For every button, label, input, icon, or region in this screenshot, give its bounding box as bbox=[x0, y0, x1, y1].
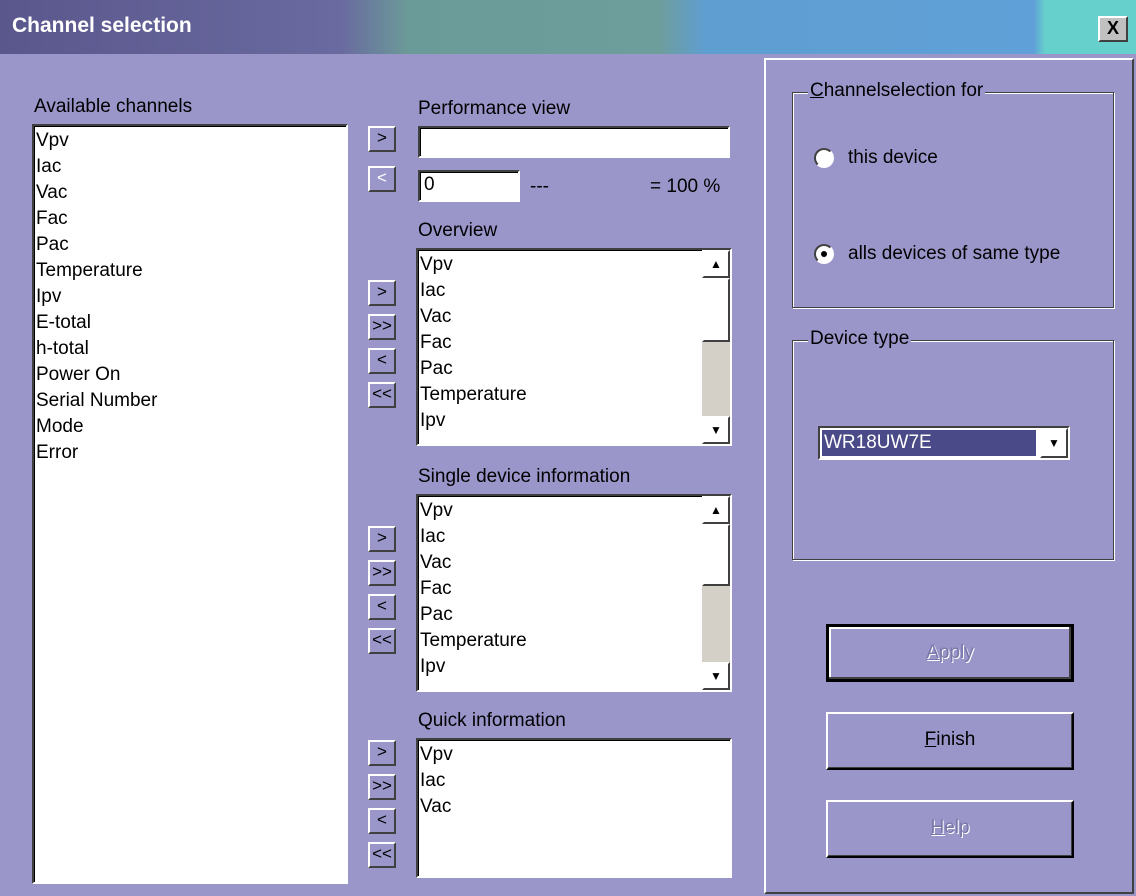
channelselection-group-title: Channelselection for bbox=[808, 80, 986, 102]
scroll-up-icon[interactable]: ▲ bbox=[702, 250, 730, 278]
available-channel-item[interactable]: E-total bbox=[36, 310, 346, 336]
available-channel-item[interactable]: Vac bbox=[36, 180, 346, 206]
available-channel-item[interactable]: Fac bbox=[36, 206, 346, 232]
performance-dashes: --- bbox=[530, 176, 549, 197]
overview-item[interactable]: Fac bbox=[420, 330, 730, 356]
available-channel-item[interactable]: Vpv bbox=[36, 128, 346, 154]
channelselection-group bbox=[792, 92, 1114, 308]
device-type-value: WR18UW7E bbox=[821, 429, 1037, 457]
title-bar: Channel selection X bbox=[0, 0, 1136, 54]
overview-item[interactable]: Iac bbox=[420, 278, 730, 304]
radio-all-devices[interactable] bbox=[814, 244, 834, 264]
radio-this-device-label: this device bbox=[848, 147, 938, 168]
radio-this-device[interactable] bbox=[814, 148, 834, 168]
performance-view-field[interactable] bbox=[418, 126, 730, 158]
overview-label: Overview bbox=[418, 220, 498, 241]
overview-item[interactable]: Pac bbox=[420, 356, 730, 382]
available-channel-item[interactable]: Error bbox=[36, 440, 346, 466]
available-channel-item[interactable]: Ipv bbox=[36, 284, 346, 310]
overview-item[interactable]: Vac bbox=[420, 304, 730, 330]
device-type-select[interactable]: WR18UW7E ▼ bbox=[818, 426, 1070, 460]
overview-list[interactable]: Vpv Iac Vac Fac Pac Temperature Ipv ▲ ▼ bbox=[416, 248, 732, 446]
single-device-item[interactable]: Temperature bbox=[420, 628, 730, 654]
quick-remove-all-button[interactable]: << bbox=[368, 842, 396, 868]
radio-all-devices-label: alls devices of same type bbox=[848, 243, 1061, 264]
single-device-item[interactable]: Vpv bbox=[420, 498, 730, 524]
scroll-thumb[interactable] bbox=[702, 278, 730, 342]
scroll-down-icon[interactable]: ▼ bbox=[702, 416, 730, 444]
available-channel-item[interactable]: h-total bbox=[36, 336, 346, 362]
apply-button[interactable]: Apply bbox=[826, 624, 1074, 682]
overview-item[interactable]: Ipv bbox=[420, 408, 730, 434]
single-device-list[interactable]: Vpv Iac Vac Fac Pac Temperature Ipv ▲ ▼ bbox=[416, 494, 732, 692]
overview-item[interactable]: Vpv bbox=[420, 252, 730, 278]
scroll-up-icon[interactable]: ▲ bbox=[702, 496, 730, 524]
single-add-all-button[interactable]: >> bbox=[368, 560, 396, 586]
window-title: Channel selection bbox=[12, 14, 192, 37]
quick-add-all-button[interactable]: >> bbox=[368, 774, 396, 800]
quick-info-item[interactable]: Iac bbox=[420, 768, 730, 794]
single-remove-all-button[interactable]: << bbox=[368, 628, 396, 654]
overview-add-button[interactable]: > bbox=[368, 280, 396, 306]
available-channel-item[interactable]: Temperature bbox=[36, 258, 346, 284]
single-scrollbar[interactable]: ▲ ▼ bbox=[702, 496, 730, 690]
single-device-item[interactable]: Vac bbox=[420, 550, 730, 576]
performance-scale-input[interactable]: 0 bbox=[418, 170, 520, 202]
available-channel-item[interactable]: Mode bbox=[36, 414, 346, 440]
device-type-group-title: Device type bbox=[808, 328, 912, 350]
quick-info-item[interactable]: Vpv bbox=[420, 742, 730, 768]
quick-info-list[interactable]: Vpv Iac Vac bbox=[416, 738, 732, 878]
performance-view-label: Performance view bbox=[418, 98, 571, 119]
finish-button[interactable]: Finish bbox=[826, 712, 1074, 770]
available-channels-label: Available channels bbox=[34, 96, 193, 117]
quick-add-button[interactable]: > bbox=[368, 740, 396, 766]
single-device-label: Single device information bbox=[418, 466, 631, 487]
quick-remove-button[interactable]: < bbox=[368, 808, 396, 834]
overview-remove-all-button[interactable]: << bbox=[368, 382, 396, 408]
single-device-item[interactable]: Ipv bbox=[420, 654, 730, 680]
overview-scrollbar[interactable]: ▲ ▼ bbox=[702, 250, 730, 444]
available-channel-item[interactable]: Serial Number bbox=[36, 388, 346, 414]
single-remove-button[interactable]: < bbox=[368, 594, 396, 620]
performance-add-button[interactable]: > bbox=[368, 126, 396, 152]
close-button[interactable]: X bbox=[1098, 16, 1128, 42]
overview-remove-button[interactable]: < bbox=[368, 348, 396, 374]
available-channels-list[interactable]: Vpv Iac Vac Fac Pac Temperature Ipv E-total h-to… bbox=[32, 124, 348, 884]
scroll-thumb[interactable] bbox=[702, 524, 730, 586]
quick-info-label: Quick information bbox=[418, 710, 566, 731]
scroll-down-icon[interactable]: ▼ bbox=[702, 662, 730, 690]
radio-dot-icon bbox=[821, 251, 827, 257]
performance-remove-button[interactable]: < bbox=[368, 166, 396, 192]
single-device-item[interactable]: Pac bbox=[420, 602, 730, 628]
available-channel-item[interactable]: Iac bbox=[36, 154, 346, 180]
single-device-item[interactable]: Iac bbox=[420, 524, 730, 550]
single-device-item[interactable]: Fac bbox=[420, 576, 730, 602]
available-channel-item[interactable]: Power On bbox=[36, 362, 346, 388]
help-button[interactable]: Help bbox=[826, 800, 1074, 858]
available-channel-item[interactable]: Pac bbox=[36, 232, 346, 258]
overview-add-all-button[interactable]: >> bbox=[368, 314, 396, 340]
overview-item[interactable]: Temperature bbox=[420, 382, 730, 408]
chevron-down-icon[interactable]: ▼ bbox=[1040, 428, 1068, 458]
single-add-button[interactable]: > bbox=[368, 526, 396, 552]
performance-percent: = 100 % bbox=[650, 176, 721, 197]
quick-info-item[interactable]: Vac bbox=[420, 794, 730, 820]
